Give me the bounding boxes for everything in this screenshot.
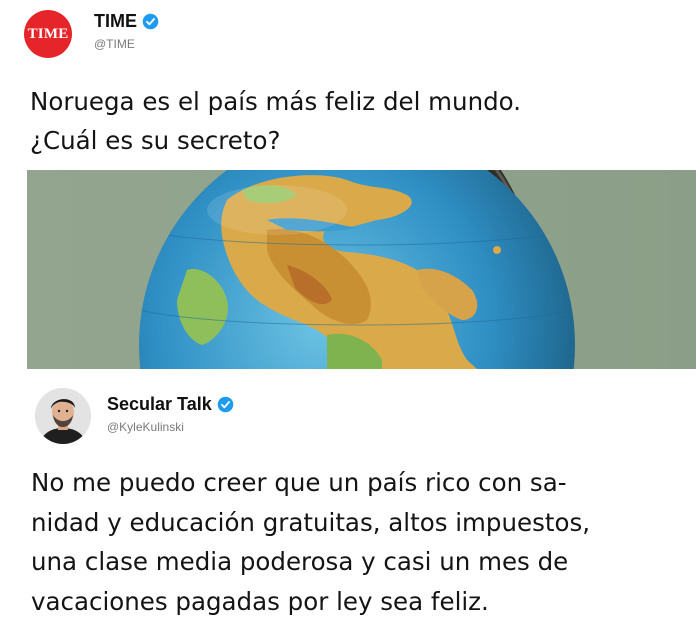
time-avatar[interactable]: TIME	[24, 10, 72, 58]
tweet2-handle[interactable]: @KyleKulinski	[107, 420, 234, 434]
tweet1-text: Noruega es el país más feliz del mundo. …	[30, 82, 670, 160]
tweet2-text-line: nidad y educación gratuitas, altos impue…	[31, 507, 590, 537]
globe-photo-icon	[27, 170, 696, 369]
tweet2-text-line: vacaciones pagadas por ley sea feliz.	[31, 586, 489, 616]
time-logo: TIME	[27, 25, 69, 42]
tweet2-text: No me puedo creer que un país rico con s…	[31, 463, 696, 621]
tweet1-display-name[interactable]: TIME	[94, 11, 137, 32]
verified-badge-icon	[142, 13, 159, 30]
tweet2-display-name[interactable]: Secular Talk	[107, 394, 212, 415]
tweet1-text-line: Noruega es el país más feliz del mundo.	[30, 87, 521, 116]
tweet2-user-block[interactable]: Secular Talk @KyleKulinski	[107, 394, 234, 434]
tweet1-handle[interactable]: @TIME	[94, 37, 159, 51]
tweet1-text-line: ¿Cuál es su secreto?	[30, 126, 281, 155]
secular-talk-avatar[interactable]	[35, 388, 91, 444]
tweet1-user-block[interactable]: TIME @TIME	[94, 11, 159, 51]
tweet-image-globe[interactable]	[27, 170, 696, 369]
person-avatar-icon	[35, 388, 91, 444]
tweet2-text-line: No me puedo creer que un país rico con s…	[31, 468, 567, 497]
verified-badge-icon	[217, 396, 234, 413]
tweet2-text-line: una clase media poderosa y casi un mes d…	[31, 547, 569, 576]
